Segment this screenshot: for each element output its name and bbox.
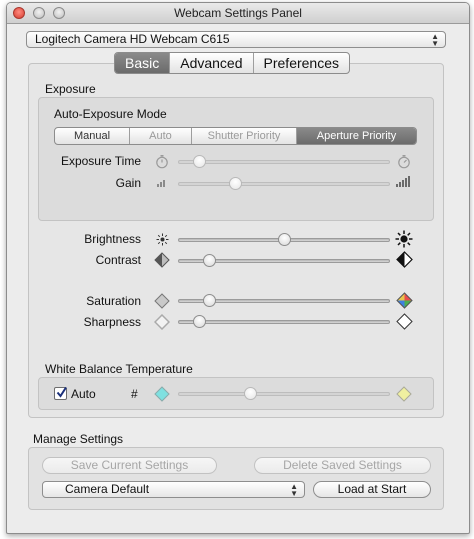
- sun-large-icon: [395, 230, 413, 248]
- checkmark-icon: [56, 387, 67, 398]
- gain-slider-track[interactable]: [178, 182, 390, 186]
- preset-select[interactable]: Camera Default ▲ ▼: [42, 481, 305, 498]
- device-select-value: Logitech Camera HD Webcam C615: [35, 32, 230, 46]
- auto-white-balance-label: Auto: [71, 387, 96, 401]
- preset-select-value: Camera Default: [65, 482, 150, 496]
- yellow-diamond-icon: [396, 386, 412, 402]
- zoom-icon[interactable]: [53, 7, 65, 19]
- save-current-settings-button[interactable]: Save Current Settings: [42, 457, 217, 474]
- load-at-start-button[interactable]: Load at Start: [313, 481, 431, 498]
- sharpness-slider-track[interactable]: [178, 320, 390, 324]
- exposure-time-slider-track[interactable]: [178, 160, 390, 164]
- auto-exposure-mode-label: Auto-Exposure Mode: [54, 107, 167, 121]
- color-diamond-icon: [396, 292, 413, 309]
- auto-white-balance-checkbox[interactable]: [54, 387, 67, 400]
- title-bar[interactable]: Webcam Settings Panel: [7, 3, 469, 24]
- cyan-diamond-icon: [154, 386, 170, 402]
- chevron-updown-icon: ▲ ▼: [431, 32, 439, 48]
- manage-settings-label: Manage Settings: [33, 432, 124, 446]
- sharp-diamond-icon: [396, 313, 413, 330]
- stopwatch-icon: [156, 155, 168, 169]
- tab-advanced[interactable]: Advanced: [170, 53, 254, 73]
- contrast-low-icon: [154, 252, 170, 268]
- brightness-label: Brightness: [84, 232, 141, 246]
- auto-exposure-mode-control: Manual Auto Shutter Priority Aperture Pr…: [54, 127, 417, 145]
- chevron-updown-icon: ▲ ▼: [290, 482, 298, 498]
- mode-shutter-priority[interactable]: Shutter Priority: [192, 128, 297, 144]
- gain-slider-knob[interactable]: [228, 177, 242, 190]
- tab-bar: Basic Advanced Preferences: [114, 52, 350, 74]
- stopwatch-icon: [398, 155, 410, 169]
- white-balance-slider-track[interactable]: [178, 392, 390, 396]
- minimize-icon[interactable]: [33, 7, 45, 19]
- gray-diamond-icon: [154, 293, 170, 309]
- sharpness-slider-knob[interactable]: [192, 315, 206, 328]
- tab-basic[interactable]: Basic: [115, 53, 171, 73]
- white-balance-hash-label: #: [131, 387, 138, 401]
- sharpness-label: Sharpness: [83, 315, 141, 329]
- delete-saved-settings-button[interactable]: Delete Saved Settings: [254, 457, 431, 474]
- mode-manual[interactable]: Manual: [55, 128, 130, 144]
- signal-bars-small-icon: [157, 180, 165, 187]
- brightness-slider-knob[interactable]: [277, 233, 291, 246]
- close-icon[interactable]: [13, 7, 25, 19]
- white-balance-group-label: White Balance Temperature: [45, 362, 193, 376]
- signal-bars-large-icon: [396, 176, 410, 187]
- mode-auto[interactable]: Auto: [130, 128, 192, 144]
- blurry-diamond-icon: [154, 314, 170, 330]
- saturation-label: Saturation: [86, 294, 141, 308]
- tab-preferences[interactable]: Preferences: [254, 53, 349, 73]
- exposure-time-slider-knob[interactable]: [192, 155, 206, 168]
- mode-aperture-priority[interactable]: Aperture Priority: [297, 128, 416, 144]
- contrast-label: Contrast: [95, 253, 141, 267]
- exposure-group-label: Exposure: [45, 82, 96, 96]
- device-select[interactable]: Logitech Camera HD Webcam C615 ▲ ▼: [26, 31, 446, 48]
- white-balance-slider-knob[interactable]: [243, 387, 257, 400]
- gain-label: Gain: [115, 176, 141, 190]
- exposure-time-label: Exposure Time: [60, 154, 141, 168]
- contrast-high-icon: [396, 251, 413, 268]
- sun-small-icon: [156, 233, 169, 246]
- window-title: Webcam Settings Panel: [174, 6, 302, 20]
